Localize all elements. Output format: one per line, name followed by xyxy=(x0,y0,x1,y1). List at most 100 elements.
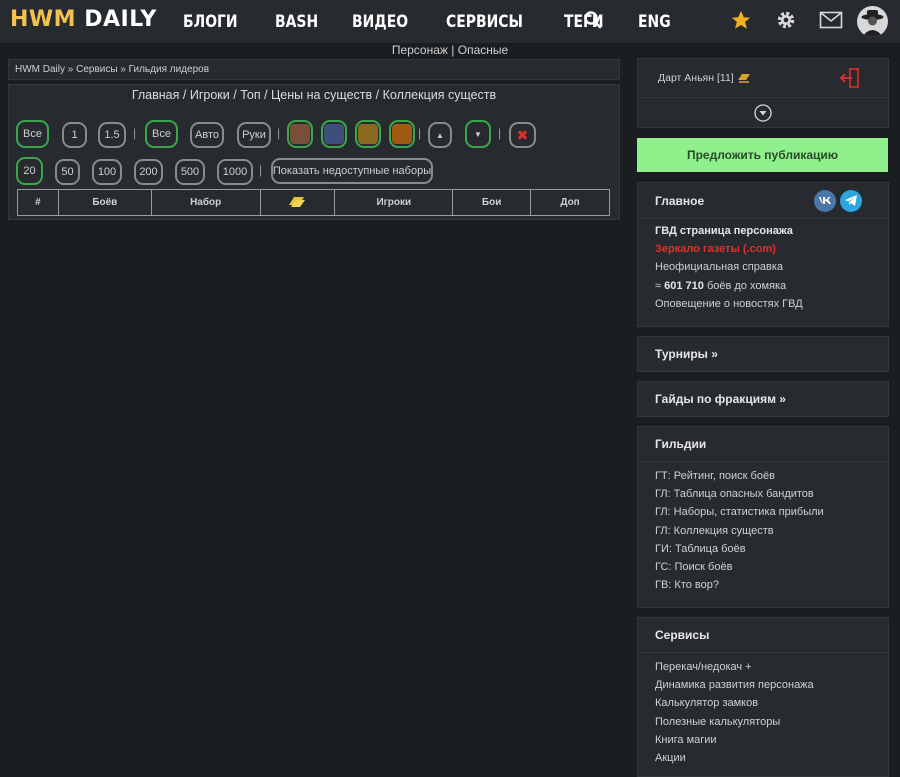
filter-all-button[interactable]: Все xyxy=(16,120,49,148)
color-filter-1[interactable] xyxy=(287,120,313,148)
page-size-200[interactable]: 200 xyxy=(134,159,163,185)
mode-hands-button[interactable]: Руки xyxy=(237,122,271,148)
tournaments-card[interactable]: Турниры » xyxy=(637,336,889,372)
header-number[interactable]: # xyxy=(17,189,59,216)
user-name[interactable]: Дарт Аньян [11] xyxy=(658,72,734,84)
sort-down-icon: ▼ xyxy=(474,129,482,139)
gold-icon xyxy=(289,197,306,207)
battles-prefix: ≈ xyxy=(655,279,662,292)
service-link[interactable]: Книга магии xyxy=(655,731,888,749)
user-avatar[interactable] xyxy=(857,6,888,37)
favorites-star-icon[interactable] xyxy=(729,8,753,32)
section-links: Главная / Игроки / Топ / Цены на существ… xyxy=(9,88,619,102)
site-logo[interactable]: HWM DAILY xyxy=(10,7,157,32)
gvd-character-link[interactable]: ГВД страница персонажа xyxy=(655,222,888,240)
subnav-character-link[interactable]: Персонаж xyxy=(392,43,448,57)
services-card: Сервисы Перекач/недокач + Динамика разви… xyxy=(637,617,889,777)
nav-eng[interactable]: ENG xyxy=(638,12,671,32)
page-size-20[interactable]: 20 xyxy=(16,157,43,185)
logout-icon[interactable] xyxy=(840,68,860,88)
color-filter-2[interactable] xyxy=(321,120,347,148)
color-filter-3[interactable] xyxy=(355,120,381,148)
guild-link[interactable]: ГС: Поиск боёв xyxy=(655,558,888,576)
header-gold[interactable] xyxy=(259,189,336,216)
service-link[interactable]: Динамика развития персонажа xyxy=(655,676,888,694)
header-battles-count[interactable]: Боёв xyxy=(57,189,152,216)
guild-link[interactable]: ГВ: Кто вор? xyxy=(655,576,888,594)
page-size-label: 1000 xyxy=(222,166,248,178)
mode-all-button[interactable]: Все xyxy=(145,120,178,148)
guild-link[interactable]: ГИ: Таблица боёв xyxy=(655,540,888,558)
guild-link[interactable]: ГТ: Рейтинг, поиск боёв xyxy=(655,467,888,485)
mode-auto-label: Авто xyxy=(195,129,219,141)
vk-icon[interactable] xyxy=(814,189,836,212)
header-fights[interactable]: Бои xyxy=(452,189,532,216)
logo-part-2: DAILY xyxy=(84,7,157,32)
service-link[interactable]: Калькулятор замков xyxy=(655,694,888,712)
sort-up-button[interactable]: ▲ xyxy=(428,122,452,148)
service-link[interactable]: Полезные калькуляторы xyxy=(655,713,888,731)
link-players[interactable]: Игроки xyxy=(190,88,230,102)
page-size-label: 100 xyxy=(97,166,117,178)
level-1-5-button[interactable]: 1.5 xyxy=(98,122,126,148)
page-size-500[interactable]: 500 xyxy=(175,159,205,185)
page-size-100[interactable]: 100 xyxy=(92,159,122,185)
color-swatch xyxy=(290,124,310,144)
sort-down-button[interactable]: ▼ xyxy=(465,120,491,148)
color-swatch xyxy=(324,124,344,144)
mail-icon[interactable] xyxy=(819,8,843,32)
battles-count: 601 710 xyxy=(664,279,704,292)
main-panel: Главная / Игроки / Топ / Цены на существ… xyxy=(8,84,620,220)
divider: | xyxy=(498,126,502,140)
guilds-card: Гильдии ГТ: Рейтинг, поиск боёв ГЛ: Табл… xyxy=(637,426,889,608)
suggest-publication-button[interactable]: Предложить публикацию xyxy=(637,138,888,172)
search-icon[interactable] xyxy=(583,10,603,30)
page-size-label: 20 xyxy=(23,165,36,177)
tournaments-link[interactable]: Турниры » xyxy=(638,337,888,371)
guild-link[interactable]: ГЛ: Коллекция существ xyxy=(655,522,888,540)
news-notification-link[interactable]: Оповещение о новостях ГВД xyxy=(655,295,888,313)
header-extra[interactable]: Доп xyxy=(530,189,610,216)
divider: | xyxy=(277,126,281,140)
mode-auto-button[interactable]: Авто xyxy=(190,122,224,148)
gear-icon[interactable] xyxy=(774,8,798,32)
faction-guides-link[interactable]: Гайды по фракциям » xyxy=(638,382,888,416)
header-set[interactable]: Набор xyxy=(150,189,261,216)
level-1-button[interactable]: 1 xyxy=(62,122,87,148)
link-creature-collection[interactable]: Коллекция существ xyxy=(383,88,497,102)
link-main[interactable]: Главная xyxy=(132,88,180,102)
link-creature-prices[interactable]: Цены на существ xyxy=(271,88,372,102)
show-unavailable-button[interactable]: Показать недоступные наборы xyxy=(271,158,433,184)
breadcrumb[interactable]: HWM Daily » Сервисы » Гильдия лидеров xyxy=(8,59,620,80)
level-1-label: 1 xyxy=(71,129,78,141)
link-top[interactable]: Топ xyxy=(240,88,260,102)
guild-link[interactable]: ГЛ: Таблица опасных бандитов xyxy=(655,485,888,503)
mirror-link[interactable]: Зеркало газеты (.com) xyxy=(655,240,888,258)
nav-video[interactable]: ВИДЕО xyxy=(352,12,408,32)
filter-all-label: Все xyxy=(23,128,42,140)
guild-link[interactable]: ГЛ: Наборы, статистика прибыли xyxy=(655,503,888,521)
main-card-title: Главное xyxy=(655,193,705,208)
mode-hands-label: Руки xyxy=(242,129,266,141)
service-link[interactable]: Акции xyxy=(655,749,888,767)
table-header-row: # Боёв Набор Игроки Бои Доп xyxy=(17,189,610,216)
nav-bash[interactable]: BASH xyxy=(275,12,318,32)
color-swatch xyxy=(392,124,412,144)
telegram-icon[interactable] xyxy=(840,189,862,212)
close-icon: ✖ xyxy=(516,126,529,143)
header-players[interactable]: Игроки xyxy=(334,189,454,216)
nav-services[interactable]: СЕРВИСЫ xyxy=(446,12,523,32)
unofficial-help-link[interactable]: Неофициальная справка xyxy=(655,258,888,276)
expand-chevron-icon[interactable] xyxy=(754,104,772,122)
service-link[interactable]: Перекач/недокач + xyxy=(655,658,888,676)
battles-counter: ≈ 601 710 боёв до хомяка xyxy=(655,277,888,295)
faction-guides-card[interactable]: Гайды по фракциям » xyxy=(637,381,889,417)
services-title: Сервисы xyxy=(638,618,888,653)
divider: | xyxy=(133,126,137,140)
nav-blogs[interactable]: БЛОГИ xyxy=(183,12,238,32)
page-size-50[interactable]: 50 xyxy=(55,159,80,185)
color-filter-4[interactable] xyxy=(389,120,415,148)
subnav-dangerous-link[interactable]: Опасные xyxy=(458,43,508,57)
reset-button[interactable]: ✖ xyxy=(509,122,536,148)
page-size-1000[interactable]: 1000 xyxy=(217,159,253,185)
